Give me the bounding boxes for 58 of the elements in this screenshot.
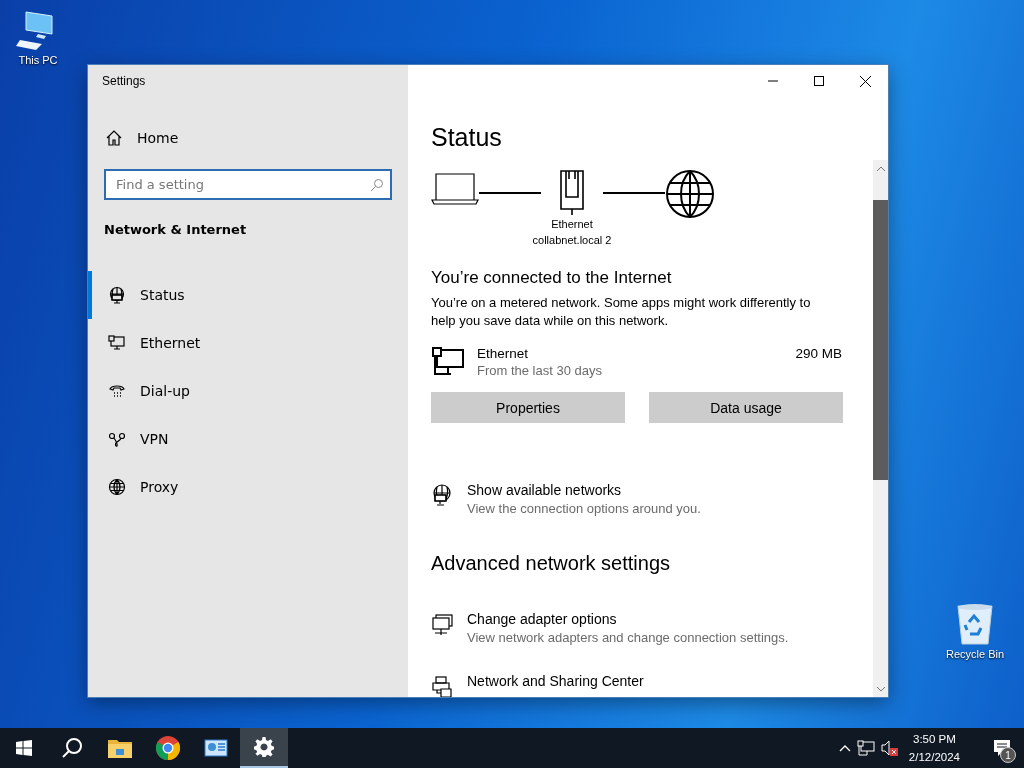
globe-monitor-icon <box>108 286 126 304</box>
search-field[interactable]: Find a setting <box>104 169 392 200</box>
chrome-icon <box>156 736 180 760</box>
notifications-button[interactable]: 1 <box>980 728 1024 768</box>
network-icon[interactable] <box>856 740 875 756</box>
sidebar-item[interactable]: Ethernet <box>88 319 392 367</box>
usage-period: From the last 30 days <box>477 363 603 378</box>
settings-link[interactable]: Show available networks <box>467 482 622 498</box>
close-icon <box>859 75 871 87</box>
clock-time[interactable]: 3:50 PM <box>913 730 956 748</box>
sidebar-item[interactable]: VPN <box>88 415 392 463</box>
connection-status: You’re connected to the Internet <box>431 268 673 288</box>
section-heading: Network & Internet <box>104 222 247 237</box>
scrollbar-thumb[interactable] <box>873 200 888 480</box>
control-panel-icon <box>204 738 228 758</box>
sidebar-item[interactable]: Dial-up <box>88 367 392 415</box>
settings-link[interactable]: Network and Sharing Center <box>467 673 644 689</box>
notification-count: 1 <box>1000 747 1016 763</box>
section-heading: Advanced network settings <box>431 552 672 575</box>
folder-icon <box>108 738 132 758</box>
action-button[interactable]: Data usage <box>649 392 843 423</box>
settings-link[interactable]: Change adapter options <box>467 611 617 627</box>
ethernet-port-icon <box>559 170 585 216</box>
phone-icon <box>108 382 126 400</box>
adapter-label: Ethernet <box>551 217 593 232</box>
link-description: View the connection options around you. <box>467 501 701 516</box>
scroll-down-icon <box>876 686 885 692</box>
link-description: View network adapters and change connection settings. <box>467 630 789 645</box>
home-icon <box>105 129 123 147</box>
chevron-up-icon[interactable] <box>838 744 851 752</box>
desktop-icon-label[interactable]: This PC <box>18 54 58 66</box>
usage-adapter: Ethernet <box>477 346 530 361</box>
search-icon <box>370 178 384 192</box>
window-title: Settings <box>101 73 146 90</box>
monitor-icon <box>108 334 126 352</box>
maximize-icon <box>814 76 824 86</box>
search-icon <box>61 737 83 759</box>
globe-icon <box>108 478 126 496</box>
scroll-up-icon <box>876 165 885 171</box>
sidebar-item[interactable]: Proxy <box>88 463 392 511</box>
action-button[interactable]: Properties <box>431 392 625 423</box>
home-link[interactable]: Home <box>105 129 179 147</box>
page-title: Status <box>431 123 503 152</box>
clock-date[interactable]: 2/12/2024 <box>908 748 960 766</box>
settings-icon <box>254 737 274 757</box>
monitors-icon <box>431 613 455 637</box>
windows-logo-icon <box>16 740 32 756</box>
desktop-icon-label[interactable]: Recycle Bin <box>945 648 1005 660</box>
usage-amount: 290 MB <box>795 346 842 363</box>
sidebar-item[interactable]: Status <box>88 271 392 319</box>
recycle-bin-icon <box>955 602 995 646</box>
scrollbar[interactable] <box>873 160 888 697</box>
vpn-icon <box>108 430 126 448</box>
muted-speaker-icon[interactable] <box>880 740 899 756</box>
metered-description: You’re on a metered network. Some apps might work differently to help you save data while on this network. <box>431 294 812 330</box>
taskbar-button[interactable] <box>240 728 288 768</box>
network-name: collabnet.local 2 <box>532 233 612 248</box>
monitor-icon <box>431 346 465 376</box>
